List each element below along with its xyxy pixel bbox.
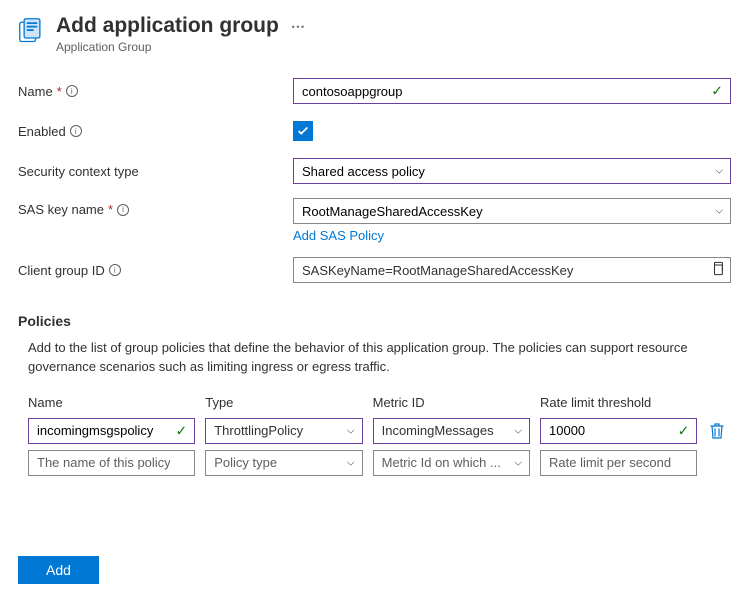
sas-key-label: SAS key name* i [18,198,293,217]
policies-table: Name Type Metric ID Rate limit threshold… [28,395,731,476]
more-actions-button[interactable]: ⋯ [291,18,305,35]
policy-type-select[interactable]: ThrottlingPolicy [205,418,362,444]
trash-icon [710,423,724,439]
col-header-name: Name [28,395,195,410]
page-title: Add application group [56,14,279,38]
copy-icon[interactable] [711,262,725,279]
col-header-type: Type [205,395,362,410]
col-header-rate: Rate limit threshold [540,395,697,410]
client-group-id-label: Client group ID i [18,263,293,278]
policy-name-input[interactable] [28,418,195,444]
policies-description: Add to the list of group policies that d… [28,339,731,377]
policy-metric-select[interactable]: IncomingMessages [373,418,530,444]
info-icon[interactable]: i [109,264,121,276]
info-icon[interactable]: i [70,125,82,137]
name-input[interactable] [293,78,731,104]
policy-rate-input[interactable] [540,418,697,444]
enabled-label: Enabled i [18,124,293,139]
policy-metric-select[interactable]: Metric Id on which ... [373,450,530,476]
name-label: Name* i [18,84,293,99]
page-subtitle: Application Group [56,40,731,54]
client-group-id-value: SASKeyName=RootManageSharedAccessKey [293,257,731,283]
policy-row: Policy type ⌵ Metric Id on which ... ⌵ [28,450,731,476]
add-sas-policy-link[interactable]: Add SAS Policy [293,228,384,243]
page-header: Add application group ⋯ Application Grou… [18,14,731,54]
delete-row-button[interactable] [707,421,727,441]
enabled-checkbox[interactable] [293,121,313,141]
policy-type-select[interactable]: Policy type [205,450,362,476]
info-icon[interactable]: i [66,85,78,97]
add-button[interactable]: Add [18,556,99,584]
check-icon [296,124,310,138]
app-group-icon [18,17,46,45]
security-context-select[interactable]: Shared access policy [293,158,731,184]
info-icon[interactable]: i [117,204,129,216]
policies-title: Policies [18,313,731,329]
col-header-metric: Metric ID [373,395,530,410]
policy-name-input[interactable] [28,450,195,476]
sas-key-select[interactable]: RootManageSharedAccessKey [293,198,731,224]
security-context-label: Security context type [18,164,293,179]
policy-row: ✓ ThrottlingPolicy ⌵ IncomingMessages ⌵ … [28,418,731,444]
policy-rate-input[interactable] [540,450,697,476]
